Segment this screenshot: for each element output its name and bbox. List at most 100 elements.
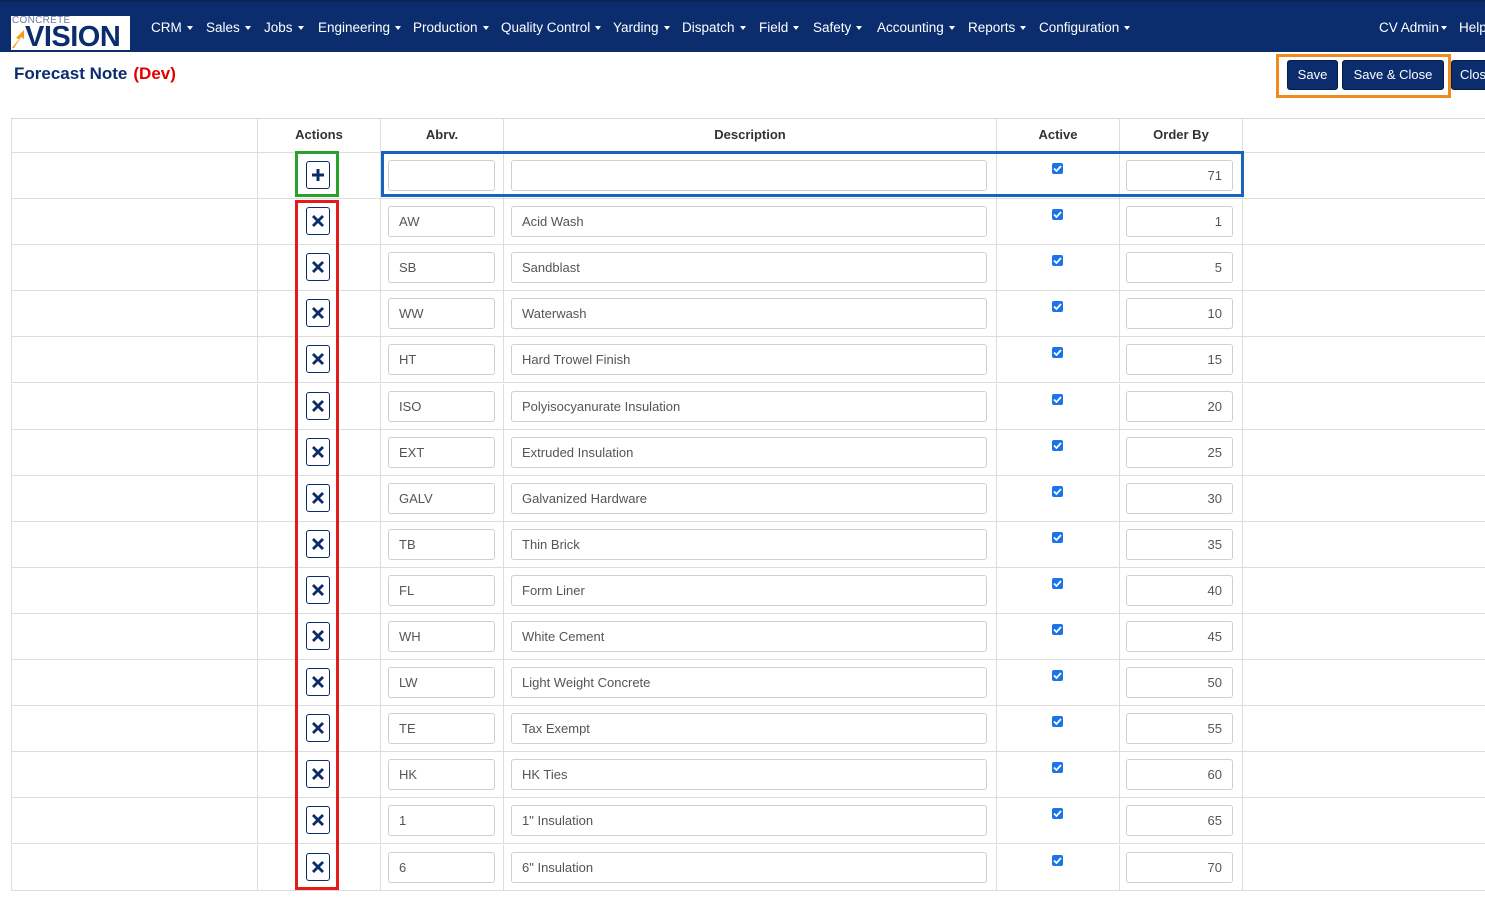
active-checkbox[interactable] — [1052, 163, 1063, 174]
delete-row-button[interactable] — [306, 668, 330, 697]
nav-engineering[interactable]: Engineering — [318, 20, 402, 35]
order-by-input[interactable]: 55 — [1126, 713, 1233, 745]
nav-yarding[interactable]: Yarding — [613, 20, 670, 35]
description-input[interactable]: Light Weight Concrete — [511, 667, 987, 699]
order-by-input[interactable]: 1 — [1126, 206, 1233, 238]
description-input[interactable]: Tax Exempt — [511, 713, 987, 745]
order-by-input[interactable]: 40 — [1126, 574, 1233, 606]
order-by-input[interactable]: 15 — [1126, 344, 1233, 376]
active-checkbox[interactable] — [1052, 577, 1063, 589]
description-input[interactable]: Extruded Insulation — [511, 436, 987, 468]
order-by-input[interactable]: 65 — [1126, 805, 1233, 837]
description-input[interactable]: Sandblast — [511, 252, 987, 284]
abrv-input[interactable]: LW — [388, 667, 495, 699]
active-checkbox[interactable] — [1052, 762, 1063, 774]
active-checkbox[interactable] — [1052, 301, 1063, 313]
abrv-input[interactable]: TE — [388, 713, 495, 745]
delete-row-button[interactable] — [306, 345, 330, 374]
nav-help[interactable]: Help — [1459, 20, 1485, 35]
active-checkbox[interactable] — [1052, 624, 1063, 635]
delete-row-button[interactable] — [306, 760, 330, 789]
delete-row-button[interactable] — [306, 714, 330, 743]
active-checkbox[interactable] — [1052, 393, 1063, 405]
active-checkbox[interactable] — [1052, 485, 1063, 497]
nav-production[interactable]: Production — [413, 20, 489, 35]
nav-accounting[interactable]: Accounting — [877, 20, 955, 35]
order-by-input[interactable]: 60 — [1126, 759, 1233, 791]
active-checkbox[interactable] — [1052, 854, 1063, 866]
concrete-vision-logo[interactable]: CONCRETE VISION — [11, 16, 130, 50]
description-input[interactable]: Acid Wash — [511, 206, 987, 238]
order-by-input[interactable]: 10 — [1126, 298, 1233, 330]
active-checkbox[interactable] — [1052, 808, 1063, 820]
active-checkbox[interactable] — [1052, 209, 1063, 221]
abrv-input[interactable]: WW — [388, 298, 495, 330]
description-input[interactable]: HK Ties — [511, 759, 987, 791]
description-input[interactable]: 6" Insulation — [511, 851, 987, 883]
delete-row-button[interactable] — [306, 483, 330, 512]
active-checkbox[interactable] — [1052, 439, 1063, 451]
delete-row-button[interactable] — [306, 437, 330, 466]
active-checkbox[interactable] — [1052, 670, 1063, 682]
abrv-input[interactable]: 6 — [388, 851, 495, 883]
delete-row-button[interactable] — [306, 391, 330, 420]
description-input[interactable]: 1" Insulation — [511, 805, 987, 837]
abrv-input[interactable]: HK — [388, 759, 495, 791]
order-by-input[interactable]: 45 — [1126, 621, 1233, 652]
save-close-button[interactable]: Save & Close — [1342, 60, 1444, 90]
delete-row-button[interactable] — [306, 806, 330, 835]
description-input[interactable]: Thin Brick — [511, 528, 987, 560]
delete-row-button[interactable] — [306, 622, 330, 650]
close-button[interactable]: Close — [1451, 60, 1485, 90]
abrv-input[interactable]: ISO — [388, 390, 495, 422]
abrv-input[interactable]: FL — [388, 574, 495, 606]
description-input[interactable]: White Cement — [511, 621, 987, 652]
abrv-input[interactable]: WH — [388, 621, 495, 652]
active-checkbox[interactable] — [1052, 531, 1063, 543]
description-input[interactable]: Hard Trowel Finish — [511, 344, 987, 376]
abrv-input[interactable]: TB — [388, 528, 495, 560]
description-input[interactable]: Waterwash — [511, 298, 987, 330]
order-by-input[interactable]: 50 — [1126, 667, 1233, 699]
description-input[interactable]: Form Liner — [511, 574, 987, 606]
description-input[interactable]: Galvanized Hardware — [511, 482, 987, 514]
delete-row-button[interactable] — [306, 575, 330, 604]
abrv-input[interactable]: HT — [388, 344, 495, 376]
nav-sales[interactable]: Sales — [206, 20, 251, 35]
delete-row-button[interactable] — [306, 529, 330, 558]
nav-reports[interactable]: Reports — [968, 20, 1027, 35]
abrv-input[interactable]: EXT — [388, 436, 495, 468]
order-by-input[interactable]: 25 — [1126, 436, 1233, 468]
delete-row-button[interactable] — [306, 299, 330, 328]
nav-user-menu[interactable]: CV Admin — [1379, 20, 1448, 35]
delete-row-button[interactable] — [306, 207, 330, 236]
nav-dispatch[interactable]: Dispatch — [682, 20, 746, 35]
nav-safety[interactable]: Safety — [813, 20, 863, 35]
order-by-input[interactable]: 30 — [1126, 482, 1233, 514]
save-button[interactable]: Save — [1287, 60, 1338, 90]
abrv-input[interactable]: GALV — [388, 482, 495, 514]
active-checkbox[interactable] — [1052, 255, 1063, 267]
order-by-input[interactable]: 70 — [1126, 851, 1233, 883]
order-by-input[interactable]: 20 — [1126, 390, 1233, 422]
nav-crm[interactable]: CRM — [151, 20, 193, 35]
nav-configuration[interactable]: Configuration — [1039, 20, 1131, 35]
order-by-input[interactable]: 71 — [1126, 160, 1233, 191]
header-active: Active — [997, 119, 1120, 152]
active-checkbox[interactable] — [1052, 716, 1063, 728]
active-checkbox[interactable] — [1052, 347, 1063, 359]
nav-field[interactable]: Field — [759, 20, 800, 35]
abrv-input[interactable]: 1 — [388, 805, 495, 837]
abrv-input[interactable]: SB — [388, 252, 495, 284]
order-by-input[interactable]: 5 — [1126, 252, 1233, 284]
delete-row-button[interactable] — [306, 852, 330, 881]
abrv-input[interactable]: AW — [388, 206, 495, 238]
description-input[interactable]: Polyisocyanurate Insulation — [511, 390, 987, 422]
delete-row-button[interactable] — [306, 253, 330, 282]
order-by-input[interactable]: 35 — [1126, 528, 1233, 560]
abrv-input[interactable] — [388, 160, 495, 191]
add-row-button[interactable] — [306, 161, 330, 189]
nav-quality-control[interactable]: Quality Control — [501, 20, 602, 35]
description-input[interactable] — [511, 160, 987, 191]
nav-jobs[interactable]: Jobs — [264, 20, 304, 35]
